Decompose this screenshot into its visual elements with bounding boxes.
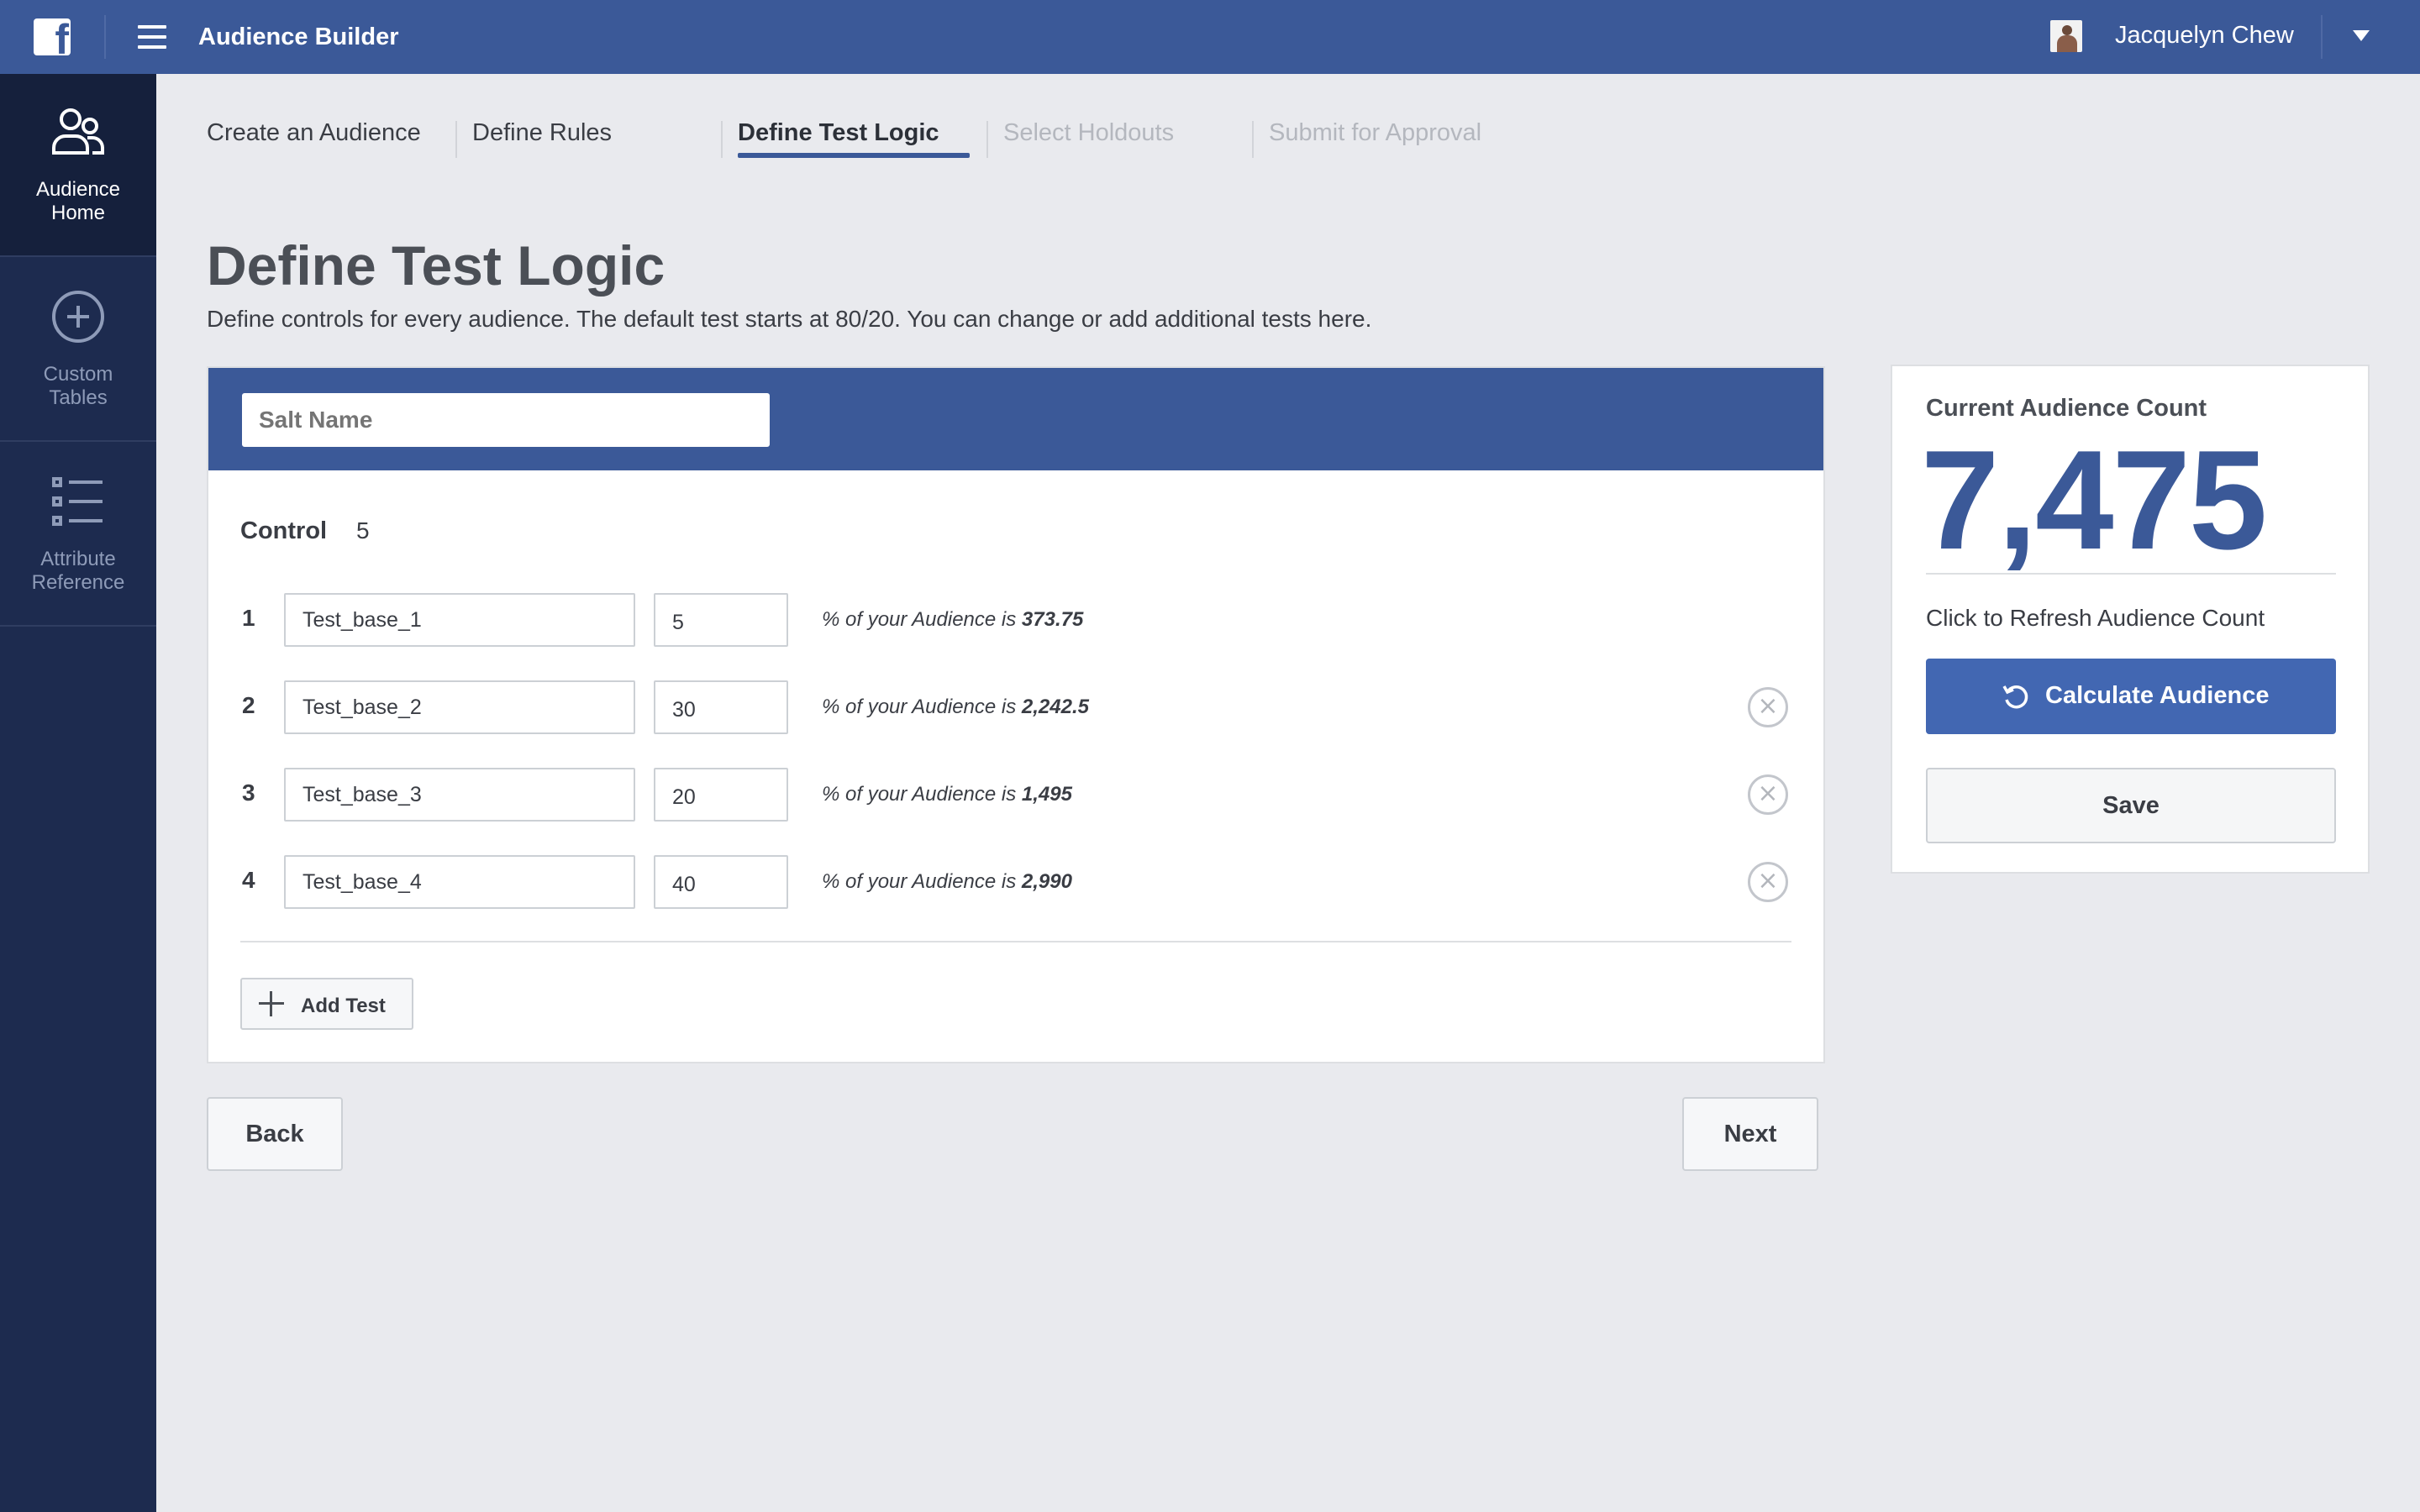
back-button[interactable]: Back — [207, 1097, 343, 1171]
sidebar: Audience Home Custom Tables Attribute Refer… — [0, 74, 156, 1512]
active-step-indicator — [738, 153, 970, 158]
card-divider — [240, 941, 1791, 942]
sidebar-item-audience-home[interactable]: Audience Home — [0, 74, 156, 257]
test-number: 1 — [242, 605, 255, 631]
page-title: Define Test Logic — [207, 234, 666, 297]
test-percent-input[interactable] — [654, 593, 788, 647]
hamburger-menu-icon[interactable] — [138, 25, 166, 49]
test-percent-input[interactable] — [654, 768, 788, 822]
save-button[interactable]: Save — [1926, 768, 2336, 843]
panel-title: Current Audience Count — [1926, 395, 2207, 422]
audience-share-text: % of your Audience is 373.75 — [822, 608, 1084, 631]
step-separator — [455, 121, 457, 158]
test-row: 4 % of your Audience is 2,990 × — [208, 855, 1823, 909]
test-name-input[interactable] — [284, 768, 635, 822]
test-percent-input[interactable] — [654, 855, 788, 909]
plus-icon — [259, 991, 284, 1016]
test-logic-card: Control 5 1 % of your Audience is 373.75… — [207, 366, 1825, 1063]
next-button[interactable]: Next — [1682, 1097, 1818, 1171]
topbar-divider — [2321, 15, 2323, 59]
sidebar-item-label: Attribute Reference — [31, 548, 125, 594]
refresh-hint: Click to Refresh Audience Count — [1926, 605, 2265, 631]
sidebar-item-custom-tables[interactable]: Custom Tables — [0, 259, 156, 442]
step-separator — [721, 121, 723, 158]
people-icon — [52, 108, 104, 155]
test-number: 3 — [242, 780, 255, 806]
step-separator — [986, 121, 988, 158]
remove-test-icon[interactable]: × — [1748, 862, 1788, 902]
audience-count: 7,475 — [1921, 421, 2267, 579]
app-title: Audience Builder — [198, 24, 399, 50]
step-select-holdouts: Select Holdouts — [1003, 119, 1175, 146]
audience-share-text: % of your Audience is 2,990 — [822, 870, 1072, 893]
control-value: 5 — [356, 517, 370, 543]
calculate-audience-button[interactable]: Calculate Audience — [1926, 659, 2336, 734]
step-separator — [1252, 121, 1254, 158]
calculate-audience-label: Calculate Audience — [2045, 682, 2270, 709]
top-bar: f Audience Builder Jacquelyn Chew — [0, 0, 2420, 74]
add-test-label: Add Test — [301, 995, 386, 1017]
test-number: 2 — [242, 692, 255, 718]
step-define-test-logic[interactable]: Define Test Logic — [738, 119, 939, 147]
list-icon — [52, 477, 103, 526]
test-percent-input[interactable] — [654, 680, 788, 734]
test-row: 2 % of your Audience is 2,242.5 × — [208, 680, 1823, 734]
audience-share-text: % of your Audience is 1,495 — [822, 783, 1072, 806]
facebook-logo-icon[interactable]: f — [34, 18, 71, 55]
test-name-input[interactable] — [284, 855, 635, 909]
step-define-rules[interactable]: Define Rules — [472, 119, 612, 147]
test-name-input[interactable] — [284, 680, 635, 734]
test-row: 3 % of your Audience is 1,495 × — [208, 768, 1823, 822]
remove-test-icon[interactable]: × — [1748, 774, 1788, 815]
topbar-divider — [104, 15, 106, 59]
user-name[interactable]: Jacquelyn Chew — [2115, 22, 2294, 50]
chevron-down-icon[interactable] — [2353, 30, 2370, 41]
page-description: Define controls for every audience. The … — [207, 306, 1372, 332]
refresh-icon — [2002, 685, 2028, 709]
audience-count-panel: Current Audience Count 7,475 Click to Re… — [1891, 365, 2370, 874]
step-create-audience[interactable]: Create an Audience — [207, 119, 421, 147]
sidebar-item-attribute-reference[interactable]: Attribute Reference — [0, 444, 156, 627]
salt-name-input[interactable] — [242, 393, 770, 447]
sidebar-item-label: Audience Home — [35, 178, 121, 224]
test-row: 1 % of your Audience is 373.75 — [208, 593, 1823, 647]
step-submit-approval: Submit for Approval — [1269, 119, 1482, 146]
add-test-button[interactable]: Add Test — [240, 978, 413, 1030]
sidebar-item-label: Custom Tables — [43, 363, 113, 409]
control-label: Control — [240, 517, 328, 544]
avatar[interactable] — [2050, 20, 2082, 52]
panel-divider — [1926, 573, 2336, 575]
test-name-input[interactable] — [284, 593, 635, 647]
test-number: 4 — [242, 867, 255, 893]
card-header — [208, 368, 1823, 470]
plus-circle-icon — [52, 291, 104, 343]
audience-share-text: % of your Audience is 2,242.5 — [822, 696, 1089, 718]
remove-test-icon[interactable]: × — [1748, 687, 1788, 727]
